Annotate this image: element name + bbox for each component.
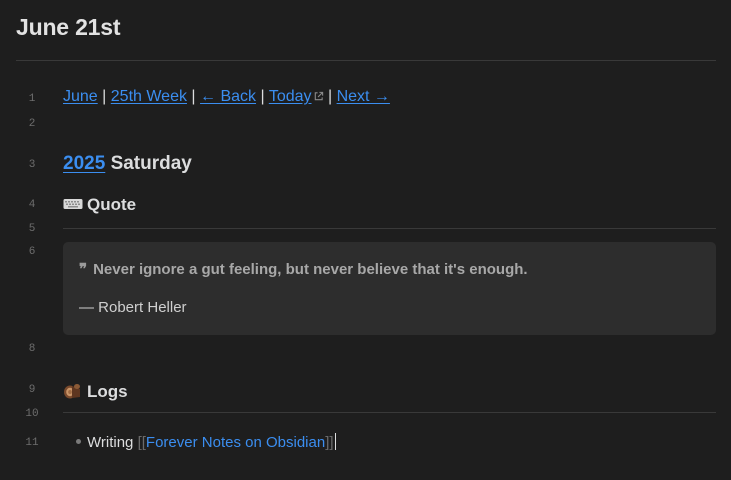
note-title[interactable]: June 21st (16, 14, 121, 41)
heading-divider (63, 412, 716, 413)
nav-line: June | 25th Week | ← Back | Today | Next… (63, 88, 716, 107)
back-link[interactable]: ← Back (200, 88, 256, 105)
line-number: 8 (28, 343, 36, 355)
quote-callout[interactable]: ❞ Never ignore a gut feeling, but never b… (63, 242, 716, 335)
quote-mark-icon: ❞ (79, 260, 88, 278)
today-link[interactable]: Today (269, 88, 324, 105)
month-link[interactable]: June (63, 88, 98, 105)
day-name: Saturday (110, 153, 192, 174)
log-item-text: Writing (87, 434, 134, 451)
quote-heading: Quote (63, 195, 716, 215)
year-link[interactable]: 2025 (63, 153, 105, 174)
line-number: 3 (28, 159, 36, 171)
text-cursor (334, 433, 336, 450)
quote-author: — Robert Heller (79, 299, 187, 316)
nav-separator: | (327, 88, 333, 105)
nav-separator: | (260, 88, 265, 105)
logs-heading-label: Logs (87, 382, 128, 401)
quote-text: ❞ Never ignore a gut feeling, but never b… (79, 260, 528, 278)
week-link[interactable]: 25th Week (111, 88, 187, 105)
log-wood-icon (63, 382, 83, 402)
keyboard-icon (63, 195, 83, 215)
line-number: 5 (28, 223, 36, 235)
quote-body: Never ignore a gut feeling, but never be… (93, 261, 528, 278)
line-number: 10 (25, 408, 39, 420)
wikilink-close-brackets: ]] (325, 434, 334, 451)
date-heading: 2025 Saturday (63, 153, 716, 175)
today-link-label: Today (268, 88, 312, 105)
list-item[interactable]: Writing [[Forever Notes on Obsidian]] (63, 433, 716, 451)
editor-page: June 21st 1 2 3 4 5 6 8 9 10 11 June | 2… (0, 0, 731, 480)
title-divider (16, 60, 716, 61)
line-number: 2 (28, 118, 36, 130)
line-number: 11 (25, 437, 39, 449)
heading-divider (63, 228, 716, 229)
logs-heading: Logs (63, 380, 716, 402)
next-link[interactable]: Next → (337, 88, 390, 105)
line-number: 6 (28, 246, 36, 258)
external-link-icon (313, 89, 324, 107)
nav-separator: | (191, 88, 196, 105)
quote-heading-label: Quote (87, 195, 137, 214)
wikilink[interactable]: Forever Notes on Obsidian (146, 434, 325, 451)
wikilink-open-brackets: [[ (137, 434, 146, 451)
line-number: 4 (28, 199, 36, 211)
bullet-icon (76, 439, 81, 444)
line-number: 9 (28, 384, 36, 396)
nav-separator: | (102, 88, 107, 105)
line-number: 1 (28, 93, 36, 105)
